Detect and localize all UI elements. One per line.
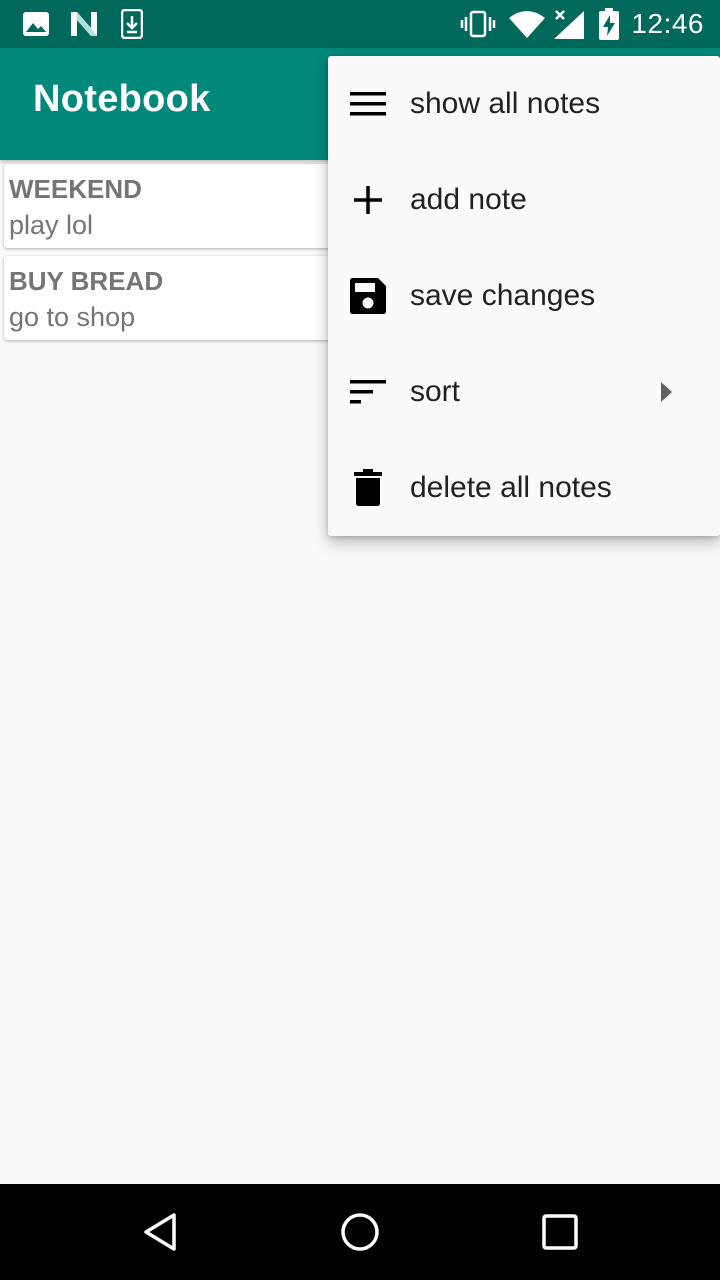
sort-icon [348,372,388,412]
menu-item-delete-all-notes[interactable]: delete all notes [328,440,720,536]
menu-item-label: add note [410,183,527,216]
save-icon [348,276,388,316]
trash-icon [348,468,388,508]
menu-lines-icon [348,84,388,124]
battery-charging-icon [598,8,620,40]
recents-icon[interactable] [536,1208,584,1256]
menu-item-label: sort [410,375,461,408]
menu-item-label: save changes [410,279,596,312]
menu-item-show-all-notes[interactable]: show all notes [328,56,720,152]
note-title: BUY BREAD [9,266,164,296]
menu-item-sort[interactable]: sort [328,344,720,440]
status-bar: 12:46 [0,0,720,48]
back-icon[interactable] [136,1208,184,1256]
plus-icon [348,180,388,220]
signal-icon [552,8,586,40]
menu-item-save-changes[interactable]: save changes [328,248,720,344]
app-title: Notebook [33,78,211,120]
menu-item-label: delete all notes [410,471,612,504]
vibrate-icon [460,8,496,40]
download-icon [120,8,144,40]
clock: 12:46 [631,8,704,39]
note-title: WEEKEND [9,174,142,204]
image-icon [22,8,50,40]
navigation-bar [0,1184,720,1280]
note-body: play lol [9,210,94,240]
home-icon[interactable] [336,1208,384,1256]
menu-item-label: show all notes [410,87,601,120]
n-logo-icon [68,8,100,40]
submenu-arrow-icon [661,382,672,402]
wifi-icon [508,8,546,40]
menu-item-add-note[interactable]: add note [328,152,720,248]
overflow-menu: show all notes add note save changes sor… [328,56,720,536]
note-body: go to shop [9,302,136,332]
